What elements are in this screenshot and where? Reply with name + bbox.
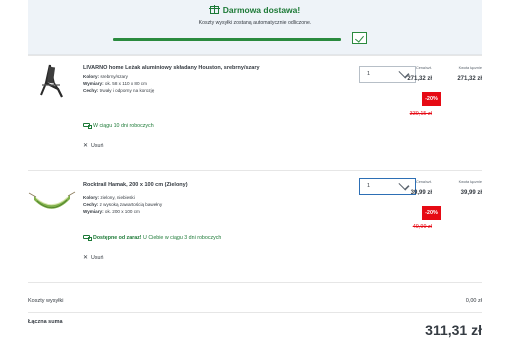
line-total-header: Kwota łącznie (458, 66, 482, 70)
unit-price-header: Cena/szt. (415, 66, 432, 70)
discount-badge: -20% (422, 92, 441, 106)
product-attribute: Kolory: zielony, niebieski (83, 195, 135, 200)
discount-badge: -20% (422, 206, 441, 220)
line-total: 39,99 zł (460, 190, 482, 196)
delivery-info: Dostępne od zaraz! U Ciebie w ciągu 3 dn… (83, 235, 221, 241)
free-shipping-subtitle: Koszty wysyłki zostaną automatycznie odl… (198, 20, 312, 26)
gift-icon (208, 5, 220, 14)
total-value: 311,31 zł (425, 322, 482, 338)
unit-price-header: Cena/szt. (415, 180, 432, 184)
close-icon: ✕ (83, 255, 89, 261)
free-shipping-banner: Darmowa dostawa! Koszty wysyłki zostaną … (28, 0, 482, 55)
total-label: Łączna suma (28, 319, 63, 325)
product-attribute: Wymiary: ok. 58 x 110 x 80 cm (83, 81, 147, 86)
truck-icon (83, 235, 92, 241)
quantity-value: 1 (367, 183, 371, 189)
unit-price: 271,32 zł (407, 76, 432, 82)
delivery-info: W ciągu 10 dni roboczych (83, 123, 154, 129)
cart-item: Rocktrail Hamak, 200 x 100 cm (Zielony) … (28, 170, 482, 282)
free-shipping-title: Darmowa dostawa! (28, 5, 482, 15)
remove-item-button[interactable]: ✕ Usuń (83, 142, 103, 149)
lounger-chair-image (40, 64, 63, 98)
old-price: 339,15 zł (409, 111, 432, 117)
remove-item-button[interactable]: ✕ Usuń (83, 254, 103, 261)
product-name[interactable]: LIVARNO home Leżak aluminiowy składany H… (83, 65, 260, 71)
product-attribute: Cechy: trwały i odporny na korozję (83, 88, 155, 93)
line-total: 271,32 zł (457, 76, 482, 82)
shipping-cost-label: Koszty wysyłki (28, 298, 64, 304)
product-attribute: Kolory: srebrny/szary (83, 74, 128, 79)
truck-icon (83, 123, 92, 129)
shipping-progress-bar (113, 38, 341, 41)
hammock-image (28, 191, 76, 209)
product-attribute: Cechy: z wysoką zawartością bawełny (83, 202, 163, 207)
shipping-cost-value: 0,00 zł (465, 298, 482, 304)
unit-price: 39,99 zł (410, 190, 432, 196)
progress-check-icon (352, 32, 367, 44)
shipping-progress-fill (113, 38, 341, 41)
cart-item: LIVARNO home Leżak aluminiowy składany H… (28, 55, 482, 170)
close-icon: ✕ (83, 143, 89, 149)
product-attribute: Wymiary: ok. 200 x 100 cm (83, 209, 140, 214)
line-total-header: Kwota łącznie (458, 180, 482, 184)
divider (28, 282, 482, 283)
old-price: 49,99 zł (412, 224, 432, 230)
divider (28, 312, 482, 313)
product-name[interactable]: Rocktrail Hamak, 200 x 100 cm (Zielony) (83, 182, 188, 188)
free-shipping-title-text: Darmowa dostawa! (222, 5, 301, 15)
quantity-value: 1 (367, 71, 371, 77)
